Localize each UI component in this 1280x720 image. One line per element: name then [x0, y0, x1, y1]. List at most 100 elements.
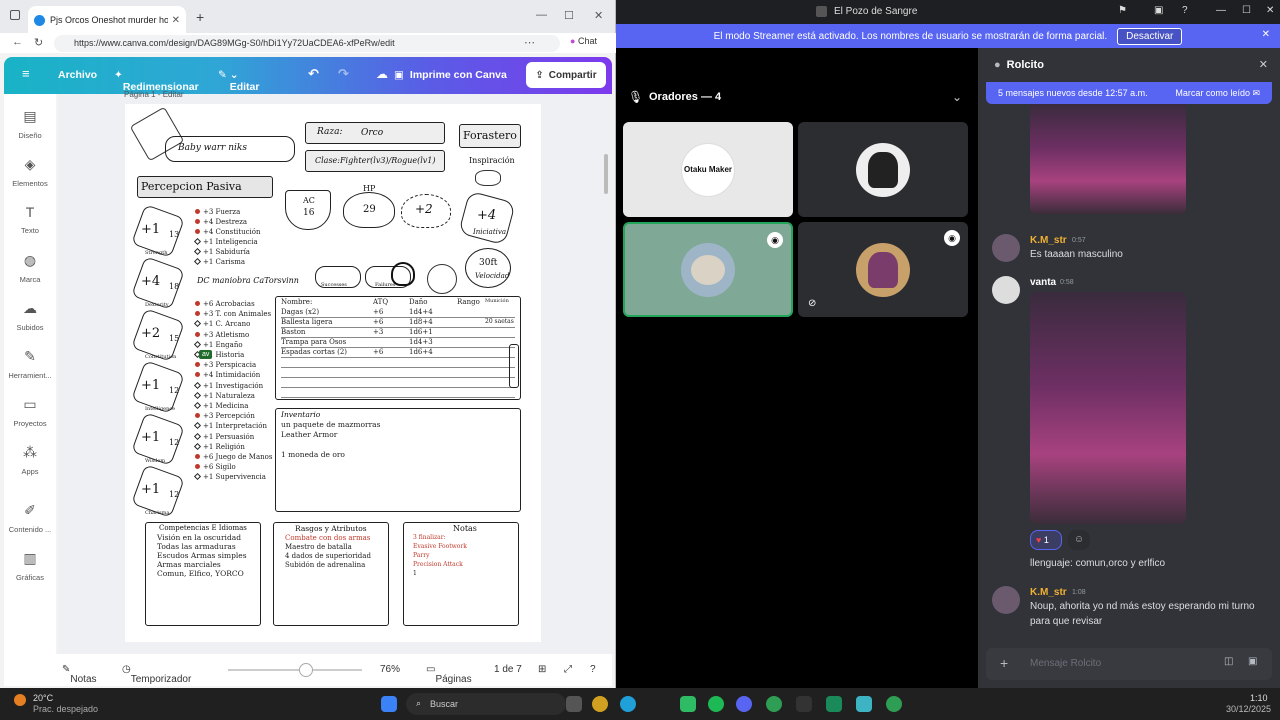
zoom-value[interactable]: 76% [380, 664, 400, 675]
weather-temp[interactable]: 20°C [33, 693, 53, 703]
close-window-icon[interactable]: ✕ [1266, 5, 1274, 16]
diamond-icon [193, 473, 202, 481]
sidebar-item-diseno[interactable]: ▤ Diseño [4, 108, 56, 140]
avatar[interactable] [992, 234, 1020, 262]
sidebar-item-apps[interactable]: ⁂ Apps [4, 444, 56, 476]
close-banner-icon[interactable]: ✕ [1262, 29, 1270, 40]
attached-image-1[interactable] [1030, 104, 1186, 214]
message-input[interactable]: + Mensaje Rolcito ◫ ▣ [986, 648, 1272, 680]
chevron-down-icon[interactable]: ⌄ [952, 90, 962, 104]
timer-button[interactable]: ◷ Temporizador [122, 664, 191, 685]
mark-read-button[interactable]: Marcar como leído ✉ [1175, 88, 1260, 99]
minimize-icon[interactable]: — [536, 9, 547, 21]
redo-icon[interactable]: ↷ [338, 66, 349, 82]
grid-view-icon[interactable]: ⊞ [538, 664, 546, 675]
copilot-chat-button[interactable]: ● Chat [570, 36, 597, 46]
chrome-icon[interactable] [886, 696, 902, 712]
taskbar-search[interactable]: ⌕ Buscar [406, 693, 566, 715]
zoom-slider[interactable] [228, 669, 362, 671]
sidebar-item-contenido[interactable]: ✐ Contenido ... [4, 502, 56, 534]
url-field[interactable]: https://www.canva.com/design/DAG89MGg-S0… [54, 35, 560, 52]
notes-button[interactable]: ✎ Notas [62, 664, 97, 685]
help-icon[interactable]: ? [1182, 5, 1188, 16]
editar-menu[interactable]: ✎ Editar ⌄ [218, 69, 259, 93]
sidebar-item-texto[interactable]: T Texto [4, 204, 56, 235]
canva-favicon-icon [34, 14, 45, 26]
share-button[interactable]: ⇪ Compartir [526, 62, 606, 88]
start-windows-icon[interactable] [381, 696, 397, 712]
help-icon[interactable]: ? [590, 664, 596, 675]
edge-icon[interactable] [620, 696, 636, 712]
close-tab-icon[interactable]: ✕ [172, 15, 180, 26]
voice-tile-4[interactable]: ◉ ⊘ [798, 222, 968, 317]
disable-streamer-button[interactable]: Desactivar [1117, 27, 1183, 45]
undo-icon[interactable]: ↶ [308, 66, 319, 82]
voice-tile-2[interactable] [798, 122, 968, 217]
ability-modifier: +1 [141, 482, 161, 497]
pages-button[interactable]: ▭ Páginas [426, 664, 472, 685]
gif-icon[interactable]: ◫ [1224, 656, 1233, 667]
maximize-icon[interactable]: ☐ [1242, 5, 1251, 16]
diamond-icon [193, 432, 202, 440]
print-with-canva-button[interactable]: ▣ Imprime con Canva [394, 62, 514, 88]
message-author[interactable]: vanta [1030, 277, 1056, 288]
weather-icon[interactable] [14, 694, 26, 706]
maximize-icon[interactable]: ☐ [564, 9, 574, 22]
message-author[interactable]: K.M_str [1030, 235, 1067, 246]
extensions-icon[interactable]: ⋯ [524, 36, 535, 49]
cloud-sync-icon[interactable]: ☁ [376, 67, 388, 81]
skill-value: +3 [203, 330, 216, 339]
voice-tile-3-speaking[interactable]: ◉ [623, 222, 793, 317]
add-attachment-icon[interactable]: + [1000, 655, 1008, 671]
sidebar-item-herramientas[interactable]: ✎ Herramient... [4, 348, 56, 380]
ability-score: 12 [169, 490, 180, 499]
new-tab-button[interactable]: + [196, 9, 204, 25]
notepad-icon[interactable] [856, 696, 872, 712]
avatar[interactable] [992, 276, 1020, 304]
voice-tile-1[interactable]: Otaku Maker [623, 122, 793, 217]
browser-icon[interactable] [766, 696, 782, 712]
clock-date[interactable]: 30/12/2025 [1226, 704, 1271, 714]
discord-icon[interactable] [736, 696, 752, 712]
heart-reaction[interactable]: ♥ 1 [1030, 530, 1062, 550]
browser-tab[interactable]: Pjs Orcos Oneshot murder hobo · ✕ [28, 6, 186, 34]
close-window-icon[interactable]: ✕ [594, 9, 603, 22]
sidebar-item-proyectos[interactable]: ▭ Proyectos [4, 396, 56, 428]
ability-name: Dexterity [145, 302, 169, 308]
task-view-icon[interactable] [566, 696, 582, 712]
sidebar-item-elementos[interactable]: ◈ Elementos [4, 156, 56, 188]
app-icon[interactable] [826, 696, 842, 712]
attack-cell: +3 [373, 328, 384, 336]
redimensionar-button[interactable]: ✦ Redimensionar [114, 69, 199, 93]
close-chat-icon[interactable]: ✕ [1259, 58, 1268, 71]
sticker-icon[interactable]: ▣ [1248, 656, 1257, 667]
archivo-menu[interactable]: Archivo [58, 69, 97, 81]
add-reaction-icon[interactable]: ☺ [1068, 530, 1090, 550]
clock-time[interactable]: 1:10 [1250, 693, 1268, 703]
attached-image-2[interactable] [1030, 292, 1186, 524]
sidebar-toggle-icon[interactable] [10, 10, 20, 20]
vertical-scrollbar[interactable] [604, 154, 608, 194]
new-messages-bar[interactable]: 5 mensajes nuevos desde 12:57 a.m. Marca… [986, 82, 1272, 104]
screen-share-icon[interactable]: ▣ [1154, 5, 1163, 16]
spotify-icon[interactable] [708, 696, 724, 712]
character-sheet-page[interactable]: Baby warr niks Raza: Orco Clase:Fighter(… [125, 104, 541, 642]
zoom-slider-handle[interactable] [299, 663, 314, 677]
proficient-dot-icon [195, 413, 200, 419]
app-icon[interactable] [796, 696, 812, 712]
sidebar-item-marca[interactable]: ◍ Marca [4, 252, 56, 284]
chrome-icon[interactable] [592, 696, 608, 712]
refresh-icon[interactable]: ↻ [34, 36, 43, 49]
sidebar-item-subidos[interactable]: ☁ Subidos [4, 300, 56, 332]
hamburger-menu-icon[interactable]: ≡ [22, 66, 30, 81]
avatar[interactable] [992, 586, 1020, 614]
message-author[interactable]: K.M_str [1030, 587, 1067, 598]
sidebar-item-graficas[interactable]: ▥ Gráficas [4, 550, 56, 582]
fullscreen-icon[interactable]: ⤢ [564, 664, 572, 675]
minimize-icon[interactable]: — [1216, 5, 1226, 16]
back-icon[interactable]: ← [12, 36, 23, 48]
app-icon[interactable] [680, 696, 696, 712]
saving-throw-row: +4 Constitución [195, 228, 260, 236]
inbox-icon[interactable]: ⚑ [1118, 5, 1127, 16]
dc-maneuver: DC maniobra CaTorsvinn [197, 276, 299, 285]
